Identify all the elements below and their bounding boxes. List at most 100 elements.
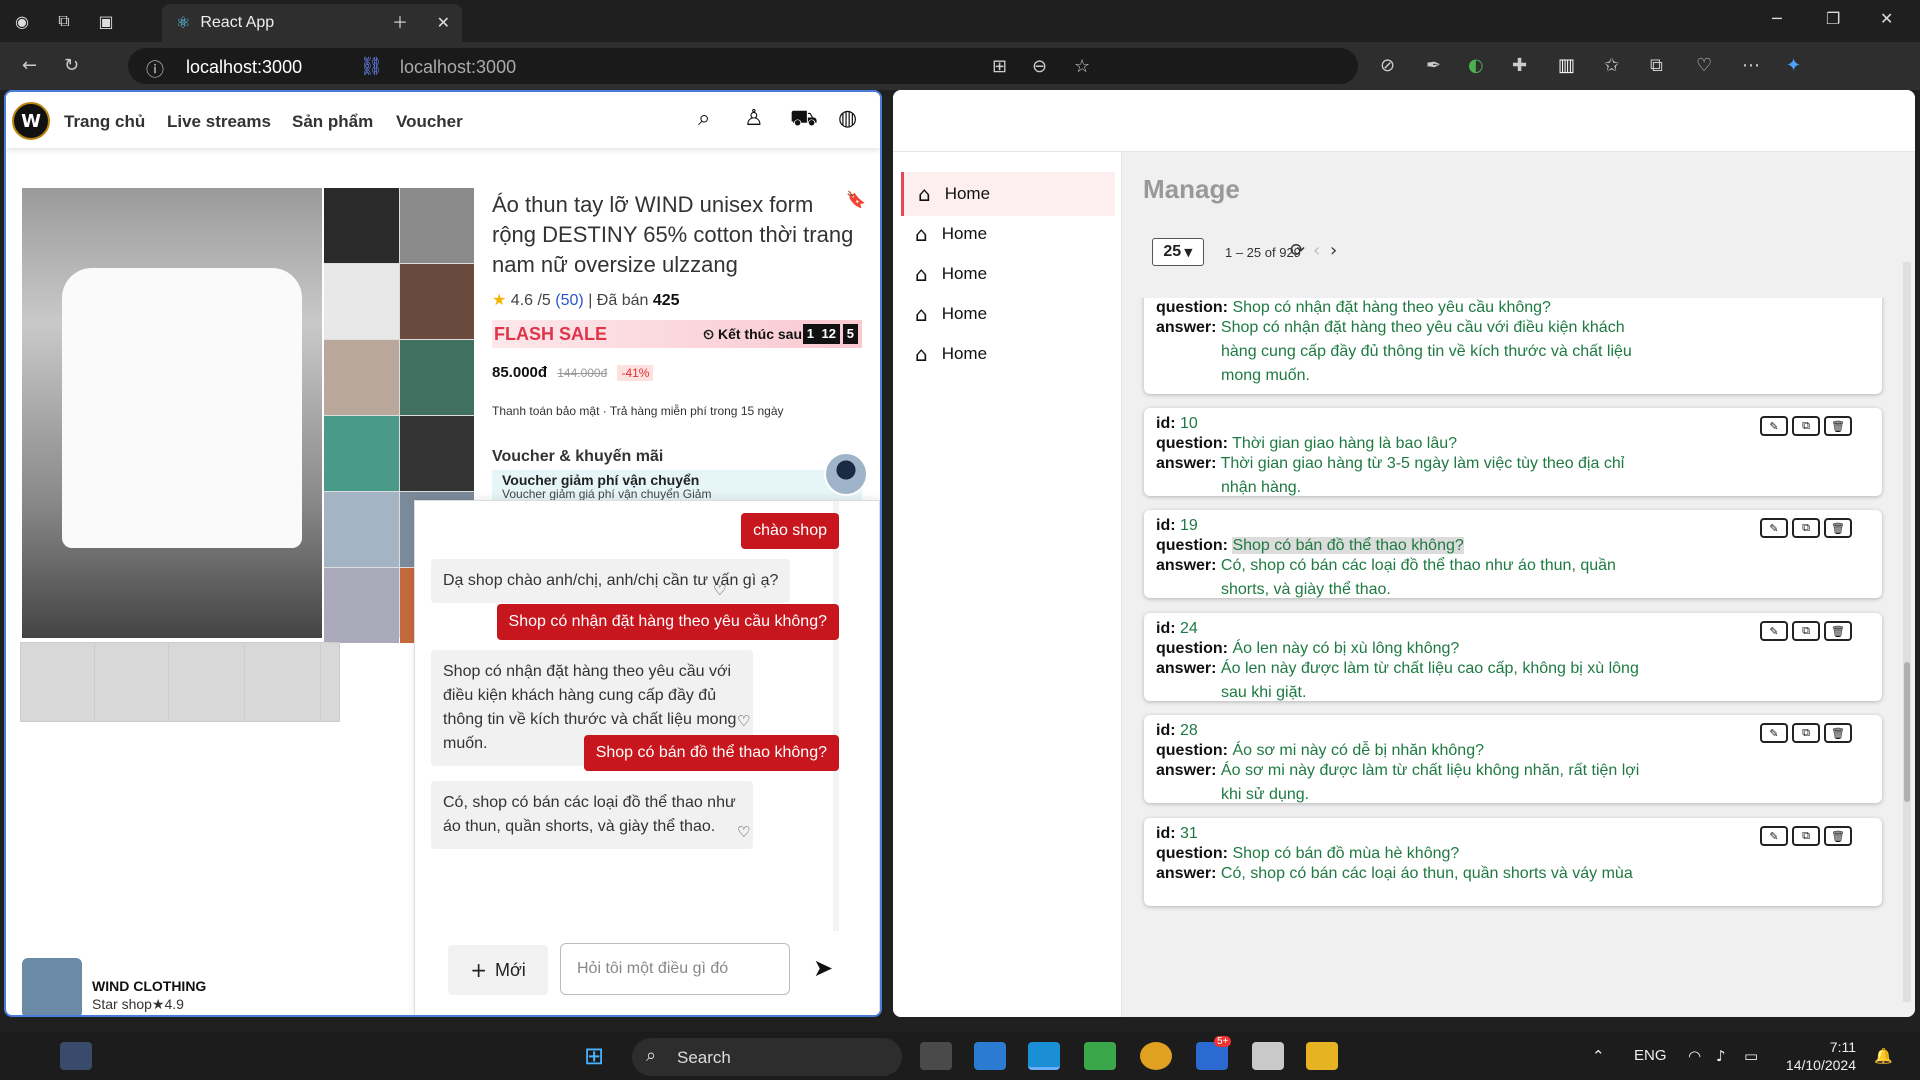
windows-start-icon[interactable]: ⊞	[584, 1042, 616, 1070]
vscode-icon[interactable]	[974, 1042, 1006, 1070]
app-icon[interactable]	[1252, 1042, 1284, 1070]
globe-icon[interactable]: ◍	[838, 106, 857, 131]
extensions-icon[interactable]: ✚	[1512, 55, 1527, 76]
site-info-icon[interactable]: ⓘ	[146, 56, 164, 82]
review-count[interactable]: (50)	[555, 292, 583, 309]
bookmark-icon[interactable]: 🔖	[846, 190, 866, 209]
content-scrollbar[interactable]	[1903, 262, 1911, 1002]
profile-icon[interactable]: ◉	[10, 9, 34, 33]
taskbar-search[interactable]: ⌕ Search	[632, 1038, 902, 1076]
qa-answer: answer: Shop có nhận đặt hàng theo yêu c…	[1156, 319, 1632, 384]
tab-actions-icon[interactable]: ▣	[94, 9, 118, 33]
edit-icon[interactable]: ✎	[1760, 621, 1788, 641]
edit-icon[interactable]: ✎	[1760, 416, 1788, 436]
product-thumbnail[interactable]	[168, 642, 248, 722]
url-box[interactable]: ⓘ localhost:3000 ⛓ localhost:3000 ⊞ ⊖ ☆	[128, 48, 1358, 84]
close-tab-icon[interactable]: ✕	[437, 13, 450, 32]
chat-input[interactable]	[560, 943, 790, 995]
product-thumbnail[interactable]	[94, 642, 174, 722]
workspaces-icon[interactable]: ⧉	[52, 9, 76, 33]
extension-color-icon[interactable]: ◐	[1468, 55, 1484, 76]
copy-icon[interactable]: ⧉	[1792, 826, 1820, 846]
url-text[interactable]: localhost:3000	[186, 57, 302, 78]
nav-livestreams[interactable]: Live streams	[167, 112, 271, 132]
copy-icon[interactable]: ⧉	[1792, 416, 1820, 436]
split-screen-icon[interactable]: ▥	[1558, 55, 1575, 76]
sidebar-item-home[interactable]: ⌂ Home	[901, 332, 1115, 376]
minimize-icon[interactable]: ─	[1772, 9, 1782, 28]
delete-icon[interactable]: 🗑	[1824, 723, 1852, 743]
favorite-star-icon[interactable]: ☆	[1074, 56, 1090, 77]
new-chat-button[interactable]: + Mới	[448, 945, 548, 995]
shop-logo[interactable]: W	[12, 102, 50, 140]
user-icon[interactable]: ♙	[744, 106, 764, 131]
delete-icon[interactable]: 🗑	[1824, 518, 1852, 538]
edit-icon[interactable]: ✎	[1760, 826, 1788, 846]
more-icon[interactable]: ⋯	[1742, 55, 1760, 76]
product-main-image[interactable]	[22, 188, 322, 638]
delete-icon[interactable]: 🗑	[1824, 826, 1852, 846]
back-icon[interactable]: ←	[22, 55, 37, 76]
heart-icon[interactable]: ♡	[737, 823, 750, 841]
health-icon[interactable]: ♡	[1696, 55, 1712, 76]
apps-icon[interactable]: ⊞	[992, 56, 1007, 77]
delete-icon[interactable]: 🗑	[1824, 416, 1852, 436]
edit-icon[interactable]: ✎	[1760, 518, 1788, 538]
close-window-icon[interactable]: ✕	[1880, 9, 1893, 28]
zoom-icon[interactable]: ⊖	[1032, 56, 1047, 77]
bell-icon[interactable]: 🔔	[1874, 1047, 1893, 1065]
sidebar-item-home[interactable]: ⌂ Home	[901, 252, 1115, 296]
app-icon[interactable]	[60, 1042, 92, 1070]
send-icon[interactable]: ➤	[813, 954, 833, 982]
chrome-icon[interactable]	[1140, 1042, 1172, 1070]
pen-icon[interactable]: ✒	[1426, 55, 1441, 76]
zalo-icon[interactable]: 5+	[1196, 1036, 1232, 1070]
language-indicator[interactable]: ENG	[1634, 1047, 1667, 1064]
chat-scrollbar[interactable]	[833, 501, 839, 931]
url-text-secondary[interactable]: localhost:3000	[400, 57, 516, 78]
file-icon[interactable]	[920, 1042, 952, 1070]
delete-icon[interactable]: 🗑	[1824, 621, 1852, 641]
collections-icon[interactable]: ⧉	[1650, 55, 1663, 76]
prev-page-icon[interactable]: ‹	[1313, 240, 1320, 261]
page-size-select[interactable]: 25 ▼	[1152, 238, 1204, 266]
refresh-icon[interactable]: ⟳	[1290, 240, 1305, 261]
maximize-icon[interactable]: ❐	[1826, 9, 1840, 28]
nav-voucher[interactable]: Voucher	[396, 112, 463, 132]
product-thumbnail[interactable]	[244, 642, 324, 722]
cart-icon[interactable]: ⛟	[790, 106, 818, 134]
edit-icon[interactable]: ✎	[1760, 723, 1788, 743]
scrollbar-thumb[interactable]	[1904, 662, 1910, 802]
app-icon[interactable]	[1084, 1042, 1116, 1070]
nav-products[interactable]: Sản phẩm	[292, 112, 373, 132]
product-thumbnail[interactable]	[20, 642, 100, 722]
sidebar-item-home[interactable]: ⌂ Home	[901, 172, 1115, 216]
copy-icon[interactable]: ⧉	[1792, 723, 1820, 743]
favorites-icon[interactable]: ✩	[1604, 55, 1619, 76]
volume-icon[interactable]: ♪	[1716, 1047, 1726, 1065]
refresh-icon[interactable]: ↻	[64, 55, 79, 76]
sidebar-item-home[interactable]: ⌂ Home	[901, 292, 1115, 336]
nav-home[interactable]: Trang chủ	[64, 112, 145, 132]
clock[interactable]: 7:11 14/10/2024	[1776, 1038, 1856, 1074]
search-icon[interactable]: ⌕	[698, 106, 710, 131]
split-link-icon[interactable]: ⛓	[360, 56, 383, 77]
compass-icon[interactable]: ⊘	[1380, 55, 1395, 76]
new-tab-icon[interactable]: ＋	[388, 9, 412, 33]
chevron-up-icon[interactable]: ⌃	[1592, 1047, 1605, 1065]
wifi-icon[interactable]: ◠	[1688, 1047, 1701, 1065]
battery-icon[interactable]: ▭	[1744, 1047, 1758, 1065]
copilot-icon[interactable]: ✦	[1786, 55, 1801, 76]
copy-icon[interactable]: ⧉	[1792, 621, 1820, 641]
shop-card[interactable]: WIND CLOTHING Star shop★4.9	[22, 958, 342, 1015]
browser-tab[interactable]: ⚛ React App ✕	[162, 4, 462, 42]
heart-icon[interactable]: ♡	[737, 712, 750, 730]
next-page-icon[interactable]: ›	[1330, 240, 1337, 261]
edge-icon[interactable]	[1028, 1042, 1060, 1070]
chatbot-avatar[interactable]	[824, 452, 868, 496]
heart-icon[interactable]: ♡	[713, 581, 726, 599]
product-thumbnail[interactable]	[320, 642, 340, 722]
file-explorer-icon[interactable]	[1306, 1042, 1338, 1070]
sidebar-item-home[interactable]: ⌂ Home	[901, 212, 1115, 256]
copy-icon[interactable]: ⧉	[1792, 518, 1820, 538]
